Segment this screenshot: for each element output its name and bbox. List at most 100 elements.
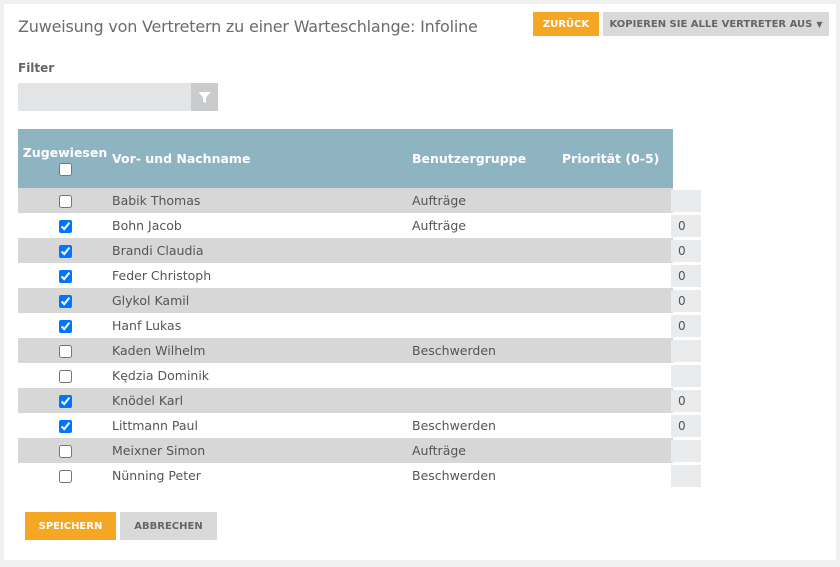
user-group: Aufträge <box>412 443 466 458</box>
representative-name: Nünning Peter <box>112 468 201 483</box>
representative-name: Hanf Lukas <box>112 318 182 333</box>
representative-name: Glykol Kamil <box>112 293 190 308</box>
table-row: Knödel Karl 0 <box>18 388 701 413</box>
assigned-cell <box>18 438 112 463</box>
header-group: Benutzergruppe <box>412 151 527 166</box>
assigned-cell <box>18 363 112 388</box>
back-button-label: ZURÜCK <box>542 18 590 30</box>
header-assigned-label: Zugewiesen <box>22 145 108 160</box>
header-assigned: Zugewiesen <box>18 129 112 188</box>
caret-down-icon: ▼ <box>816 19 823 29</box>
assigned-cell <box>18 238 112 263</box>
assigned-cell <box>18 288 112 313</box>
table-row: Kędzia Dominik <box>18 363 701 388</box>
filter-input[interactable] <box>18 83 191 111</box>
priority-cell <box>562 438 701 463</box>
representative-name: Kędzia Dominik <box>112 368 210 383</box>
assigned-checkbox[interactable] <box>58 245 72 258</box>
user-group: Beschwerden <box>412 343 496 358</box>
table-header-row: Zugewiesen Vor- und Nachname Benutzergru… <box>18 129 673 188</box>
assigned-checkbox[interactable] <box>58 220 72 233</box>
assigned-cell <box>18 338 112 363</box>
representatives-table: Zugewiesen Vor- und Nachname Benutzergru… <box>18 129 701 488</box>
header-name: Vor- und Nachname <box>112 151 251 166</box>
priority-cell: 0 <box>562 263 701 288</box>
priority-input[interactable]: 0 <box>671 315 701 337</box>
representative-name: Bohn Jacob <box>112 218 182 233</box>
priority-input[interactable] <box>671 365 701 387</box>
table-row: Brandi Claudia 0 <box>18 238 701 263</box>
priority-input[interactable] <box>671 340 701 362</box>
table-row: Meixner Simon Aufträge <box>18 438 701 463</box>
main-panel: Zuweisung von Vertretern zu einer Wartes… <box>4 4 836 560</box>
assigned-checkbox[interactable] <box>58 345 72 358</box>
representative-name: Knödel Karl <box>112 393 184 408</box>
assigned-checkbox[interactable] <box>58 470 72 483</box>
priority-cell: 0 <box>562 388 701 413</box>
priority-cell <box>562 463 701 488</box>
back-button[interactable]: ZURÜCK <box>533 12 599 36</box>
table-row: Hanf Lukas 0 <box>18 313 701 338</box>
assigned-checkbox[interactable] <box>58 445 72 458</box>
assigned-checkbox[interactable] <box>58 295 72 308</box>
assigned-cell <box>18 463 112 488</box>
save-button-label: SPEICHERN <box>38 520 103 532</box>
priority-input[interactable] <box>671 440 701 462</box>
cancel-button[interactable]: ABBRECHEN <box>120 512 217 540</box>
priority-input[interactable]: 0 <box>671 215 701 237</box>
priority-cell <box>562 338 701 363</box>
assigned-checkbox[interactable] <box>58 270 72 283</box>
priority-cell: 0 <box>562 413 701 438</box>
user-group <box>412 313 562 338</box>
priority-input[interactable]: 0 <box>671 415 701 437</box>
assigned-checkbox[interactable] <box>58 420 72 433</box>
header-priority: Priorität (0-5) <box>562 151 660 166</box>
representative-name: Feder Christoph <box>112 268 212 283</box>
assigned-cell <box>18 213 112 238</box>
priority-input[interactable]: 0 <box>671 290 701 312</box>
priority-input[interactable]: 0 <box>671 265 701 287</box>
representative-name: Babik Thomas <box>112 193 201 208</box>
user-group: Beschwerden <box>412 468 496 483</box>
user-group <box>412 263 562 288</box>
table-row: Littmann Paul Beschwerden 0 <box>18 413 701 438</box>
user-group <box>412 288 562 313</box>
priority-input[interactable]: 0 <box>671 240 701 262</box>
assigned-cell <box>18 413 112 438</box>
copy-button-label: KOPIEREN SIE ALLE VERTRETER AUS <box>609 18 813 30</box>
table-row: Nünning Peter Beschwerden <box>18 463 701 488</box>
assigned-checkbox[interactable] <box>58 320 72 333</box>
priority-cell <box>562 188 701 213</box>
table-row: Glykol Kamil 0 <box>18 288 701 313</box>
filter-button[interactable] <box>191 83 218 111</box>
priority-cell: 0 <box>562 313 701 338</box>
assigned-checkbox[interactable] <box>58 195 72 208</box>
assigned-checkbox[interactable] <box>58 395 72 408</box>
priority-input[interactable] <box>671 190 701 212</box>
copy-representatives-dropdown[interactable]: KOPIEREN SIE ALLE VERTRETER AUS ▼ <box>603 12 829 36</box>
filter-label: Filter <box>18 61 55 75</box>
priority-cell: 0 <box>562 238 701 263</box>
priority-cell <box>562 363 701 388</box>
table-row: Babik Thomas Aufträge <box>18 188 701 213</box>
table-row: Kaden Wilhelm Beschwerden <box>18 338 701 363</box>
user-group <box>412 388 562 413</box>
priority-input[interactable]: 0 <box>671 390 701 412</box>
save-button[interactable]: SPEICHERN <box>25 512 116 540</box>
filter-funnel-icon <box>198 91 211 103</box>
representative-name: Littmann Paul <box>112 418 198 433</box>
representative-name: Kaden Wilhelm <box>112 343 206 358</box>
assigned-checkbox[interactable] <box>58 370 72 383</box>
select-all-checkbox[interactable] <box>58 163 72 176</box>
table-row: Bohn Jacob Aufträge 0 <box>18 213 701 238</box>
priority-cell: 0 <box>562 213 701 238</box>
user-group: Aufträge <box>412 218 466 233</box>
page-title: Zuweisung von Vertretern zu einer Wartes… <box>18 17 478 36</box>
assigned-cell <box>18 388 112 413</box>
assigned-cell <box>18 313 112 338</box>
priority-input[interactable] <box>671 465 701 487</box>
table-row: Feder Christoph 0 <box>18 263 701 288</box>
representative-name: Brandi Claudia <box>112 243 204 258</box>
user-group <box>412 238 562 263</box>
priority-cell: 0 <box>562 288 701 313</box>
